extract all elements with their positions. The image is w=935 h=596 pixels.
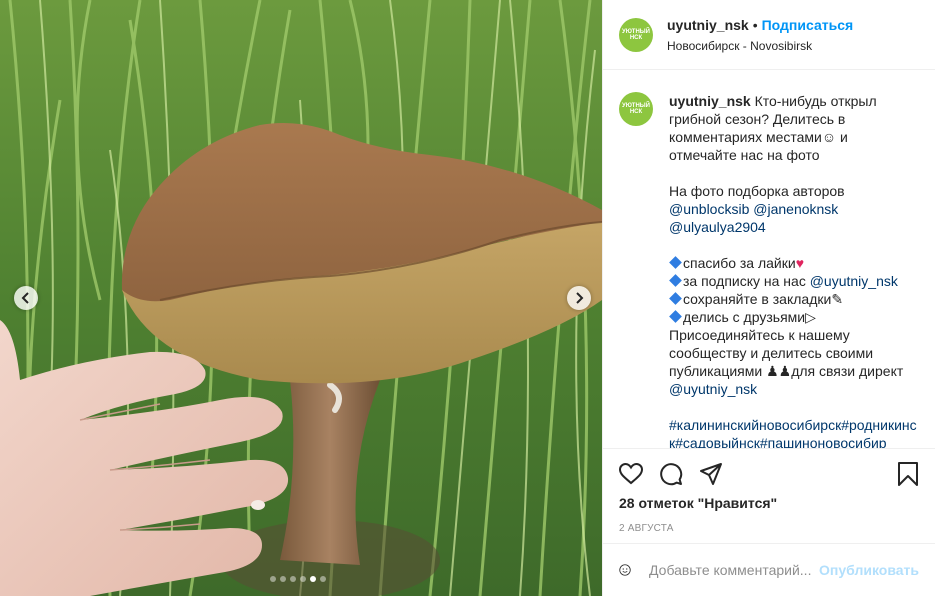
mention-link[interactable]: @uyutniy_nsk: [810, 273, 898, 289]
mushroom-photo: [0, 0, 602, 596]
blue-diamond-icon: [669, 256, 682, 269]
carousel-indicator: [270, 576, 326, 582]
add-comment-bar: Опубликовать: [603, 543, 935, 596]
caption-item: за подписку на нас: [683, 273, 806, 289]
post-photo: [0, 0, 602, 596]
caption-item: делись с друзьями: [683, 309, 806, 325]
location-link[interactable]: Новосибирск - Novosibirsk: [667, 39, 853, 53]
likes-count[interactable]: 28 отметок "Нравится": [603, 487, 935, 511]
caption-item: спасибо за лайки: [683, 255, 796, 271]
carousel-dot: [300, 576, 306, 582]
mention-link[interactable]: @ulyaulya2904: [669, 219, 766, 235]
direct-text: для связи директ: [791, 363, 904, 379]
previous-slide-button[interactable]: [14, 286, 38, 310]
mention-link[interactable]: @janenoknsk: [753, 201, 838, 217]
carousel-dot: [270, 576, 276, 582]
separator-bullet: •: [752, 16, 758, 33]
instagram-post: УЮТНЫЙ НСК uyutniy_nsk • Подписаться Нов…: [0, 0, 935, 596]
bookmark-emoji-icon: ✎: [831, 291, 844, 307]
hashtags[interactable]: #калининскийновосибирск#родникинск#садов…: [669, 416, 919, 448]
username-link[interactable]: uyutniy_nsk: [667, 17, 749, 33]
megaphone-icon: ▷: [805, 309, 816, 325]
share-icon[interactable]: [699, 462, 723, 486]
like-heart-icon[interactable]: [619, 463, 643, 485]
chevron-left-icon: [21, 292, 29, 304]
caption-area: УЮТНЫЙ НСК uyutniy_nsk Кто-нибудь открыл…: [603, 70, 935, 448]
follow-button[interactable]: Подписаться: [762, 17, 854, 33]
actions-section: 28 отметок "Нравится" 2 августа: [603, 448, 935, 543]
avatar[interactable]: УЮТНЫЙ НСК: [619, 17, 653, 52]
header-text: uyutniy_nsk • Подписаться Новосибирск - …: [667, 17, 853, 53]
post-header: УЮТНЫЙ НСК uyutniy_nsk • Подписаться Нов…: [603, 0, 935, 70]
blue-diamond-icon: [669, 292, 682, 305]
caption-avatar[interactable]: УЮТНЫЙ НСК: [619, 92, 653, 126]
caption-username[interactable]: uyutniy_nsk: [669, 93, 751, 109]
carousel-dot: [290, 576, 296, 582]
chevron-right-icon: [576, 292, 584, 304]
publish-button[interactable]: Опубликовать: [819, 562, 919, 578]
emoji-icon[interactable]: [619, 558, 631, 582]
carousel-dot: [320, 576, 326, 582]
blue-diamond-icon: [669, 274, 682, 287]
comment-input[interactable]: [647, 561, 820, 579]
red-heart-icon: ♥: [795, 255, 805, 271]
mention-link[interactable]: @unblocksib: [669, 201, 749, 217]
bookmark-icon[interactable]: [897, 462, 919, 486]
authors-intro: На фото подборка авторов: [669, 183, 845, 199]
comment-icon[interactable]: [659, 462, 683, 486]
people-emoji-icon: ♟♟: [766, 363, 792, 379]
blue-diamond-icon: [669, 310, 682, 323]
post-date[interactable]: 2 августа: [603, 511, 935, 534]
next-slide-button[interactable]: [567, 286, 591, 310]
post-sidebar: УЮТНЫЙ НСК uyutniy_nsk • Подписаться Нов…: [602, 0, 935, 596]
caption-text: uyutniy_nsk Кто-нибудь открыл грибной се…: [669, 92, 919, 448]
carousel-dot: [310, 576, 316, 582]
mention-link[interactable]: @uyutniy_nsk: [669, 381, 757, 397]
carousel-dot: [280, 576, 286, 582]
caption-item: сохраняйте в закладки: [683, 291, 832, 307]
